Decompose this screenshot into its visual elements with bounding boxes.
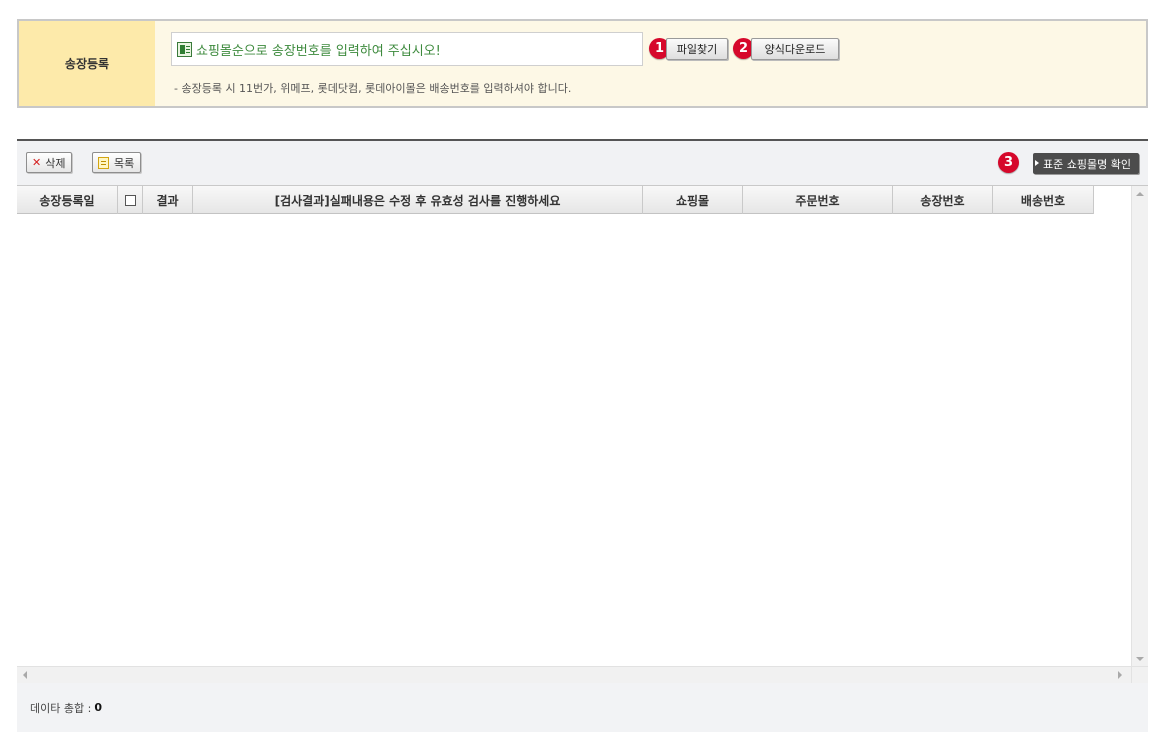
file-path-input[interactable]: 쇼핑몰순으로 송장번호를 입력하여 주십시오! [171,32,643,66]
scroll-left-icon[interactable] [23,671,27,679]
col-header-invoice-number[interactable]: 송장번호 [893,186,993,214]
close-icon: ✕ [32,156,42,169]
list-button[interactable]: 목록 [92,152,142,173]
col-header-validation[interactable]: [검사결과]실패내용은 수정 후 유효성 검사를 진행하세요 [193,186,643,214]
grid-footer: 데이타 총합 : 0 [17,683,1148,732]
file-input-placeholder: 쇼핑몰순으로 송장번호를 입력하여 주십시오! [196,43,441,59]
col-header-result[interactable]: 결과 [143,186,193,214]
registration-note: - 송장등록 시 11번가, 위메프, 롯데닷컴, 롯데아이몰은 배송번호를 입… [174,82,572,95]
step-badge-3: 3 [998,152,1019,173]
find-file-button[interactable]: 파일찾기 [666,38,728,60]
list-button-label: 목록 [114,156,135,170]
grid-toolbar: ✕ 삭제 목록 3 표준 쇼핑몰명 확인 [17,141,1148,185]
invoice-grid-section: ✕ 삭제 목록 3 표준 쇼핑몰명 확인 송장등록일 결과 [검사결과]실패내용… [17,139,1148,732]
col-header-register-date[interactable]: 송장등록일 [17,186,118,214]
scroll-down-icon[interactable] [1136,657,1144,661]
excel-file-icon [177,41,192,57]
invoice-table: 송장등록일 결과 [검사결과]실패내용은 수정 후 유효성 검사를 진행하세요 … [17,185,1148,684]
col-header-delivery-number[interactable]: 배송번호 [993,186,1094,214]
delete-button-label: 삭제 [45,156,66,170]
col-header-select-all[interactable] [118,186,143,214]
scroll-right-icon[interactable] [1118,671,1122,679]
invoice-registration-panel: 송장등록 쇼핑몰순으로 송장번호를 입력하여 주십시오! 1 파일찾기 2 양식… [17,19,1148,108]
total-count-label: 데이타 총합 : [30,701,92,715]
scrollbar-corner [1131,667,1148,684]
select-all-checkbox[interactable] [124,194,136,206]
download-form-button[interactable]: 양식다운로드 [751,38,839,60]
list-icon [98,156,109,169]
scroll-up-icon[interactable] [1136,192,1144,196]
col-header-order-number[interactable]: 주문번호 [743,186,893,214]
invoice-registration-label: 송장등록 [19,21,155,106]
table-header: 송장등록일 결과 [검사결과]실패내용은 수정 후 유효성 검사를 진행하세요 … [17,186,1094,214]
vertical-scrollbar[interactable] [1131,186,1148,667]
col-header-mall[interactable]: 쇼핑몰 [643,186,743,214]
delete-button[interactable]: ✕ 삭제 [26,152,73,173]
horizontal-scrollbar[interactable] [17,666,1148,684]
standard-mall-name-button[interactable]: 표준 쇼핑몰명 확인 [1033,153,1139,174]
total-count-value: 0 [94,701,102,714]
